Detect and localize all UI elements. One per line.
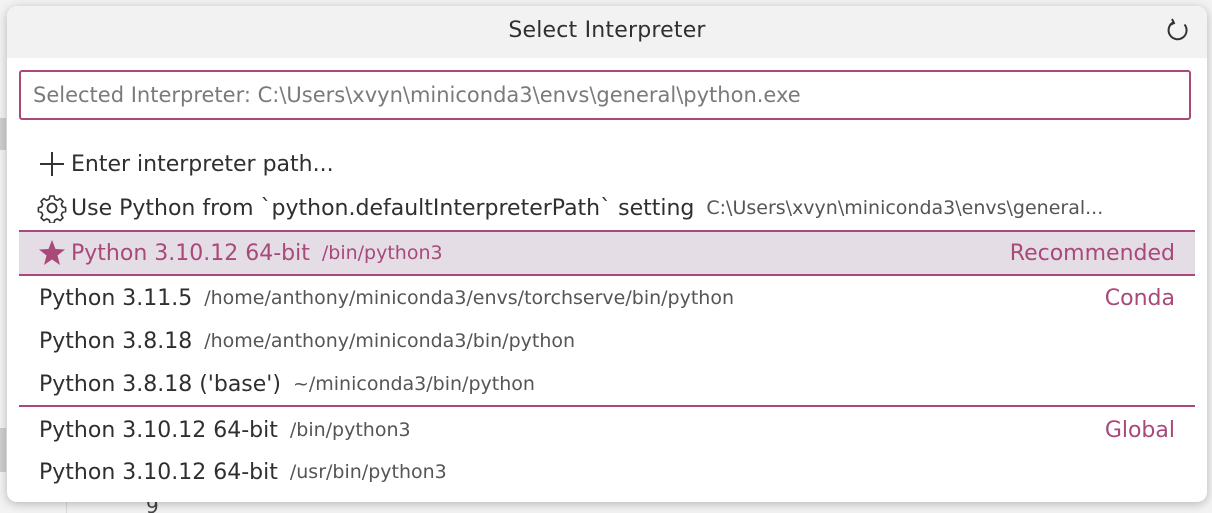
- conda-tag: Conda: [1104, 285, 1175, 311]
- star-icon: [37, 237, 69, 269]
- list-item-description: /usr/bin/python3: [289, 461, 447, 483]
- select-interpreter-quick-pick: Select Interpreter Enter interpreter pat…: [7, 6, 1207, 502]
- editor-gutter-marker: [0, 428, 6, 472]
- interpreter-item[interactable]: Python 3.11.5 /home/anthony/miniconda3/e…: [19, 276, 1195, 320]
- list-item-label: Python 3.10.12 64-bit: [39, 417, 278, 443]
- quick-pick-title: Select Interpreter: [508, 18, 706, 43]
- list-item-label: Python 3.10.12 64-bit: [39, 459, 278, 485]
- use-default-interpreter-path-item[interactable]: Use Python from `python.defaultInterpret…: [19, 186, 1195, 230]
- group-separator: [19, 405, 1195, 407]
- list-item-description: /bin/python3: [289, 419, 411, 441]
- editor-gutter-marker: [0, 118, 6, 150]
- plus-icon: [37, 148, 69, 180]
- refresh-button[interactable]: [1163, 16, 1193, 46]
- list-item-label: Python 3.10.12 64-bit: [71, 240, 310, 266]
- list-item-label: Enter interpreter path...: [71, 151, 334, 177]
- recommended-tag: Recommended: [1009, 240, 1175, 266]
- list-item-description: /home/anthony/miniconda3/bin/python: [204, 330, 576, 352]
- enter-interpreter-path-item[interactable]: Enter interpreter path...: [19, 142, 1195, 186]
- list-item-description: /bin/python3: [321, 242, 443, 264]
- list-item-label: Python 3.8.18 ('base'): [39, 371, 281, 397]
- list-item-label: Use Python from `python.defaultInterpret…: [71, 195, 695, 221]
- refresh-icon: [1167, 18, 1188, 41]
- list-item-description: C:\Users\xvyn\miniconda3\envs\general...: [706, 197, 1104, 219]
- list-item-label: Python 3.8.18: [39, 328, 193, 354]
- quick-pick-header: Select Interpreter: [7, 6, 1207, 58]
- recommended-interpreter-item[interactable]: Python 3.10.12 64-bit /bin/python3 Recom…: [19, 230, 1195, 276]
- global-tag: Global: [1104, 417, 1175, 443]
- gear-icon: [37, 192, 69, 224]
- list-item-description: ~/miniconda3/bin/python: [292, 373, 535, 395]
- interpreter-item[interactable]: Python 3.8.18 ('base') ~/miniconda3/bin/…: [19, 362, 1195, 406]
- interpreter-search-input[interactable]: [19, 70, 1191, 120]
- interpreter-item[interactable]: Python 3.10.12 64-bit /usr/bin/python3: [19, 450, 1195, 494]
- interpreter-item[interactable]: Python 3.10.12 64-bit /bin/python3 Globa…: [19, 408, 1195, 452]
- list-item-label: Python 3.11.5: [39, 285, 193, 311]
- interpreter-item[interactable]: Python 3.8.18 /home/anthony/miniconda3/b…: [19, 319, 1195, 363]
- list-item-description: /home/anthony/miniconda3/envs/torchserve…: [204, 287, 735, 309]
